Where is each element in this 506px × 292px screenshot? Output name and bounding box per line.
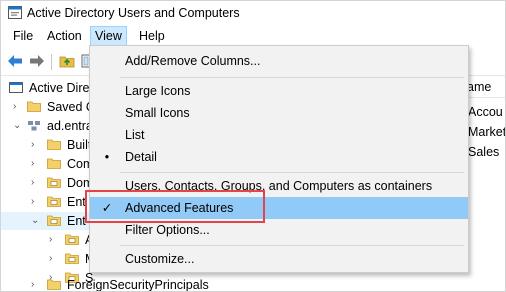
ou-icon [65, 253, 79, 264]
tree-label: Ent [67, 214, 86, 228]
menu-item-list[interactable]: List [90, 124, 468, 146]
ou-icon [47, 177, 61, 188]
expand-caret-icon[interactable]: › [49, 231, 59, 249]
menu-separator [120, 77, 464, 78]
menu-separator [120, 172, 464, 173]
expand-caret-icon[interactable]: › [31, 193, 41, 211]
menu-item-label: Small Icons [125, 106, 190, 120]
tree-label: Built [67, 138, 92, 152]
tree-label: ForeignSecurityPrincipals [67, 278, 209, 292]
domain-icon [28, 121, 40, 131]
collapse-caret-icon[interactable]: ⌄ [31, 212, 41, 230]
toolbar-separator [51, 54, 52, 70]
window-title: Active Directory Users and Computers [27, 6, 240, 20]
menu-item-detail[interactable]: • Detail [90, 146, 468, 168]
list-item[interactable]: Market [468, 125, 505, 139]
list-item[interactable]: Sales [468, 145, 499, 159]
list-item[interactable]: Accou [468, 105, 503, 119]
up-folder-icon[interactable] [59, 54, 75, 68]
tree-label: ad.entra [47, 119, 93, 133]
menu-item-label: List [125, 128, 145, 142]
forward-arrow-icon[interactable] [29, 54, 45, 68]
ou-icon [65, 234, 79, 245]
expand-caret-icon[interactable]: › [31, 276, 41, 291]
folder-icon [27, 101, 41, 112]
menu-item-small-icons[interactable]: Small Icons [90, 102, 468, 124]
tree-row-foreign-security-principals[interactable]: › ForeignSecurityPrincipals [1, 276, 457, 292]
collapse-caret-icon[interactable]: ⌄ [13, 117, 23, 135]
menu-item-add-remove-columns[interactable]: Add/Remove Columns... [90, 50, 468, 72]
expand-caret-icon[interactable]: › [13, 98, 23, 116]
expand-caret-icon[interactable]: › [31, 155, 41, 173]
column-header-label: ame [467, 80, 492, 94]
ou-icon [47, 196, 61, 207]
menu-item-label: Customize... [125, 252, 195, 266]
folder-icon [47, 139, 61, 150]
expand-caret-icon[interactable]: › [49, 250, 59, 268]
ad-console-icon [8, 6, 22, 19]
menu-item-large-icons[interactable]: Large Icons [90, 80, 468, 102]
expand-caret-icon[interactable]: › [31, 174, 41, 192]
view-menu-dropdown: Add/Remove Columns... Large Icons Small … [89, 45, 469, 273]
folder-icon [47, 158, 61, 169]
menu-bar: File Action View Help [1, 25, 505, 47]
menu-item-label: Large Icons [125, 84, 191, 98]
menu-item-customize[interactable]: Customize... [90, 248, 468, 270]
expand-caret-icon[interactable]: › [31, 136, 41, 154]
tree-label: Ent [67, 195, 86, 209]
window: Active Directory Users and Computers Fil… [0, 0, 506, 292]
menu-separator [120, 245, 464, 246]
ou-icon [47, 215, 61, 226]
radio-bullet-icon: • [104, 150, 110, 164]
title-bar: Active Directory Users and Computers [1, 1, 505, 25]
folder-icon [47, 279, 61, 290]
menu-help[interactable]: Help [135, 28, 169, 44]
annotation-highlight-box [85, 190, 265, 223]
menu-item-label: Add/Remove Columns... [125, 54, 261, 68]
menu-item-label: Detail [125, 150, 157, 164]
ad-console-icon [9, 82, 23, 93]
menu-action[interactable]: Action [43, 28, 86, 44]
menu-view[interactable]: View [90, 26, 127, 46]
back-arrow-icon[interactable] [7, 54, 23, 68]
menu-file[interactable]: File [9, 28, 37, 44]
